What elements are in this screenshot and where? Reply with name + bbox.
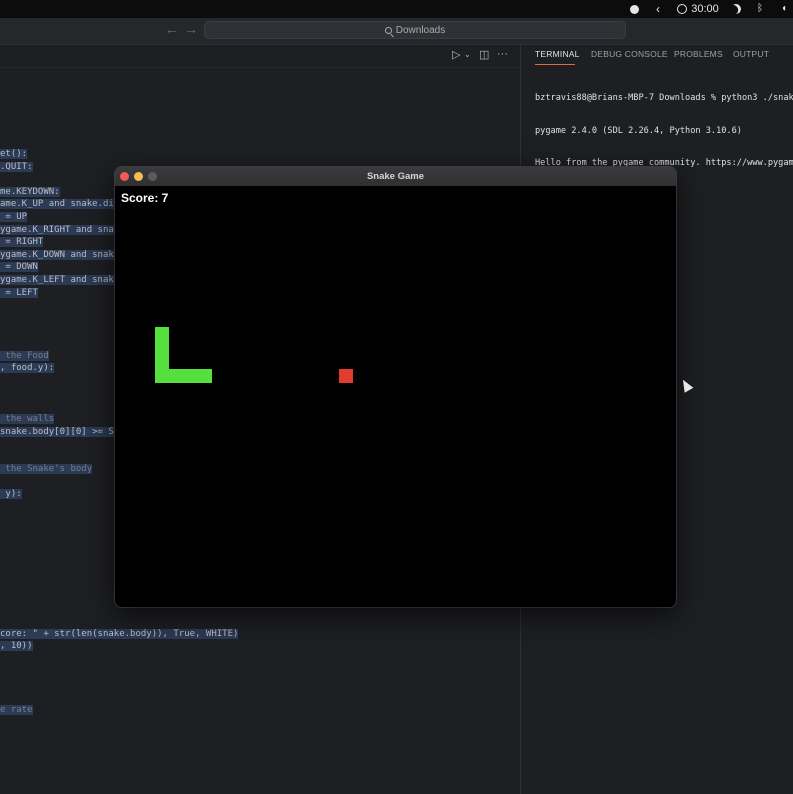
tab-problems[interactable]: PROBLEMS — [674, 49, 723, 59]
bluetooth-icon[interactable]: ᛒ — [755, 0, 765, 18]
snake-game-window[interactable]: Snake Game Score: 7 — [115, 167, 676, 607]
code-line: ygame.K_LEFT and snake. — [0, 275, 125, 285]
back-arrow-icon[interactable]: ← — [165, 21, 179, 37]
tab-debug-console[interactable]: DEBUG CONSOLE — [591, 49, 668, 59]
snake-body-horizontal — [155, 369, 212, 383]
code-line: core: " + str(len(snake.body)), True, WH… — [0, 629, 239, 639]
game-window-titlebar[interactable]: Snake Game — [115, 167, 676, 187]
chevron-left-icon[interactable]: ‹ — [653, 0, 663, 18]
search-label: Downloads — [395, 24, 446, 36]
timer-icon[interactable] — [676, 0, 688, 18]
score-text: Score: 7 — [121, 191, 169, 205]
tab-terminal[interactable]: TERMINAL — [535, 49, 580, 59]
game-canvas[interactable]: Score: 7 — [115, 186, 676, 607]
active-tab-indicator — [535, 64, 575, 65]
code-line: = LEFT — [0, 288, 38, 298]
code-comment: the walls — [0, 414, 55, 424]
code-comment: e rate — [0, 705, 33, 715]
forward-arrow-icon[interactable]: → — [184, 21, 198, 37]
control-center-icon[interactable] — [628, 0, 640, 18]
terminal-line: bztravis88@Brians-MBP-7 Downloads % pyth… — [535, 93, 793, 103]
close-button[interactable] — [120, 172, 129, 181]
game-window-title: Snake Game — [366, 171, 425, 182]
menu-bar: ‹ 30:00 ᛒ ◖ — [0, 0, 793, 18]
code-line: et(): — [0, 149, 28, 159]
panel-tabs: TERMINAL DEBUG CONSOLE PROBLEMS OUTPUT — [521, 45, 793, 67]
code-line: ygame.K_RIGHT and snake — [0, 225, 125, 235]
code-line: snake.body[0][0] >= SCRE — [0, 427, 131, 437]
code-line: = RIGHT — [0, 237, 44, 247]
terminal-line: pygame 2.4.0 (SDL 2.26.4, Python 3.10.6) — [535, 125, 742, 136]
code-line: ame.K_UP and snake.dire — [0, 199, 125, 209]
search-icon — [384, 26, 392, 34]
code-line: .QUIT: — [0, 162, 33, 172]
focus-moon-icon[interactable] — [731, 0, 741, 18]
minimize-button[interactable] — [134, 172, 143, 181]
code-line: ygame.K_DOWN and snake. — [0, 250, 125, 260]
tab-output[interactable]: OUTPUT — [733, 49, 769, 59]
code-line: , food.y): — [0, 363, 55, 373]
food-pellet — [339, 369, 353, 383]
menu-clock[interactable]: 30:00 — [691, 0, 719, 18]
code-line: me.KEYDOWN: — [0, 187, 60, 197]
command-center-search[interactable]: Downloads — [204, 21, 626, 39]
zoom-button[interactable] — [148, 172, 157, 181]
code-line: , 10)) — [0, 641, 33, 651]
menu-extra-icon[interactable]: ◖ — [779, 0, 789, 18]
code-line: y): — [0, 489, 22, 499]
code-comment: the Snake's body — [0, 464, 93, 474]
title-bar: ← → Downloads — [0, 18, 793, 45]
code-line: = UP — [0, 212, 28, 222]
code-line: = DOWN — [0, 262, 38, 272]
code-comment: the Food — [0, 351, 49, 361]
